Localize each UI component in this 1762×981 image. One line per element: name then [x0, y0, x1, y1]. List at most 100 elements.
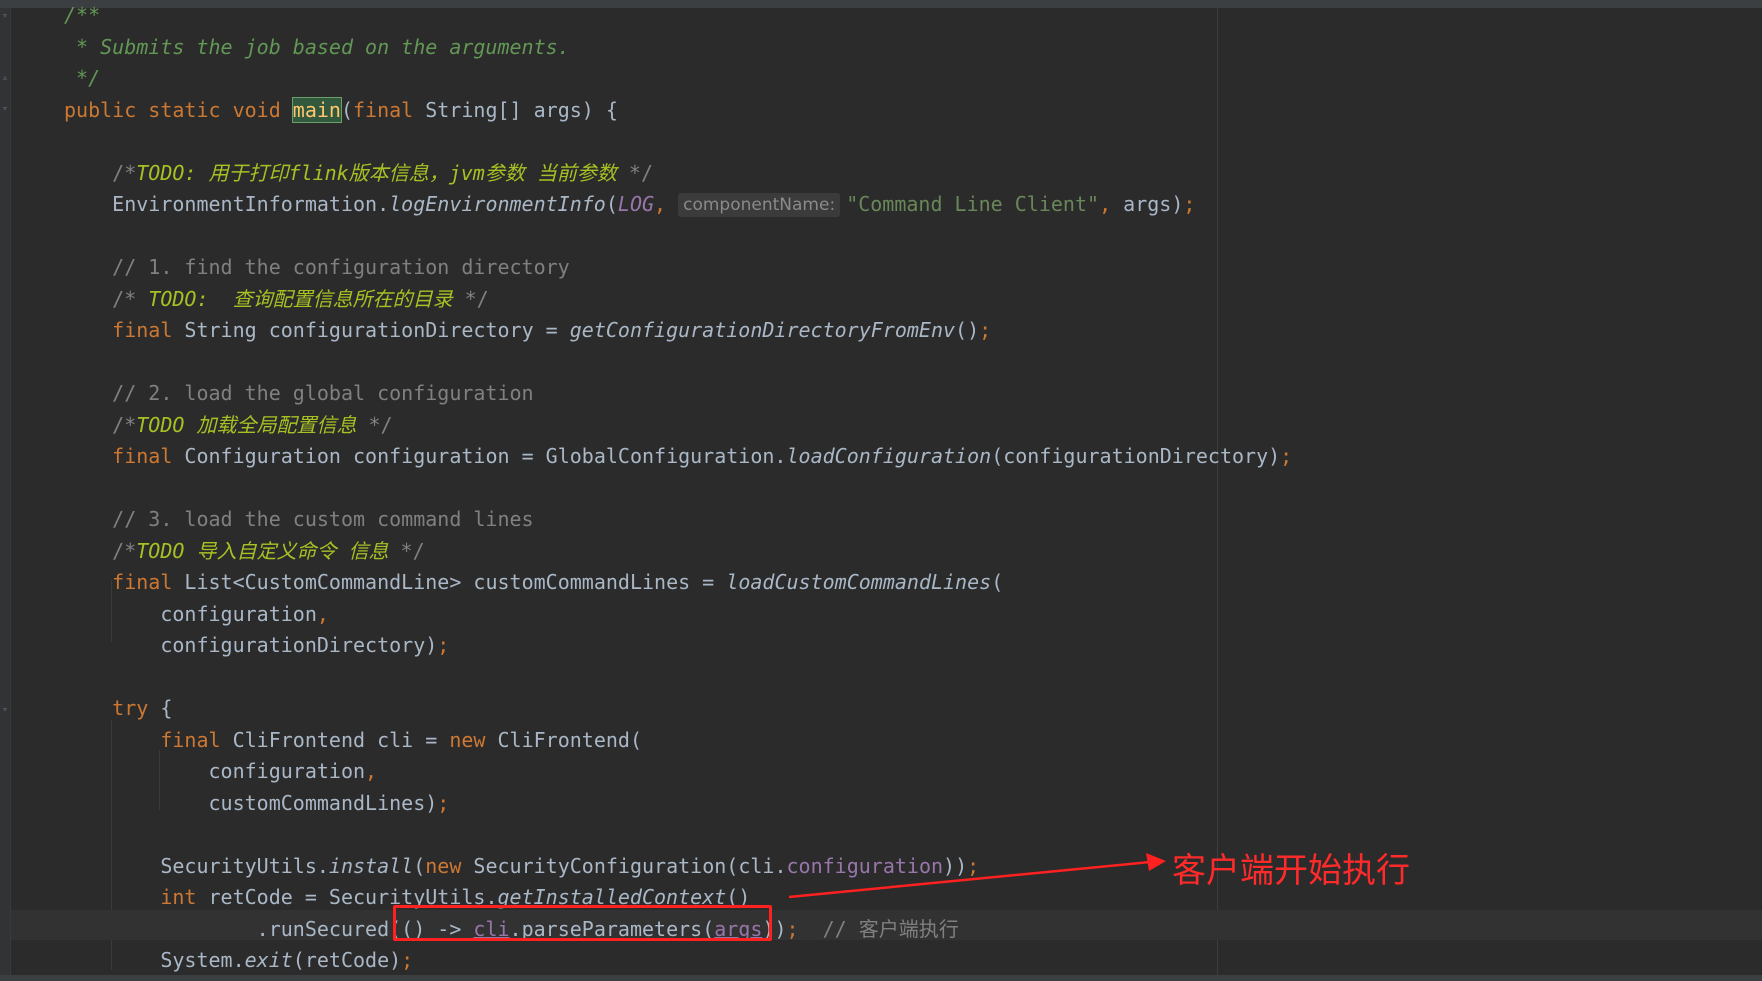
code-token: /*	[64, 412, 137, 437]
code-token: CliFrontend(	[497, 727, 643, 752]
code-token: * Submits the job based on the arguments…	[64, 34, 570, 59]
code-token: */	[616, 160, 653, 185]
code-token: ;	[401, 948, 414, 972]
parameter-hint: componentName:	[678, 193, 841, 217]
code-token: ,	[654, 192, 679, 216]
code-token: logEnvironmentInfo	[389, 192, 606, 216]
code-token: TODO: 查询配置信息所在的目录	[148, 286, 453, 311]
code-token: // 3. load the custom command lines	[64, 507, 534, 531]
code-token: (	[413, 853, 426, 878]
fold-marker-icon[interactable]: ▿	[1, 706, 9, 715]
code-line[interactable]: /*TODO 加载全局配置信息 */	[64, 410, 1292, 442]
code-token: configurationDirectory)	[64, 633, 438, 657]
code-token: final	[64, 318, 185, 342]
code-token: final	[64, 570, 185, 594]
annotation-highlight-box	[393, 905, 772, 941]
code-token: new	[425, 853, 474, 878]
code-token: */	[64, 66, 101, 90]
code-token: ))	[943, 853, 968, 878]
code-editor[interactable]: /** * Submits the job based on the argum…	[64, 0, 1292, 977]
code-line[interactable]: final List<CustomCommandLine> customComm…	[64, 567, 1292, 599]
code-token: (	[605, 192, 618, 216]
code-token: ;	[786, 916, 823, 941]
code-token: /*	[64, 538, 137, 563]
code-token: SecurityUtils.	[64, 853, 329, 878]
fold-marker-icon[interactable]: ▿	[1, 105, 9, 114]
code-token: Configuration configuration = GlobalConf…	[184, 444, 787, 468]
code-line[interactable]: // 3. load the custom command lines	[64, 504, 1292, 536]
code-token: ,	[365, 759, 378, 783]
code-token: */	[356, 412, 393, 437]
code-line[interactable]: */	[64, 63, 1292, 95]
code-token: (retCode)	[292, 948, 402, 972]
code-token: install	[328, 853, 414, 878]
code-line[interactable]: final String configurationDirectory = ge…	[64, 315, 1292, 347]
code-token: ;	[979, 318, 992, 342]
fold-marker-icon[interactable]: ▵	[1, 74, 9, 83]
code-token: /*	[64, 286, 149, 311]
code-token: customCommandLines)	[64, 790, 438, 815]
code-line[interactable]	[64, 221, 1292, 253]
code-line[interactable]: /*TODO 导入自定义命令 信息 */	[64, 536, 1292, 568]
code-token: main	[291, 96, 342, 123]
code-token: ;	[437, 790, 450, 815]
code-token: // 客户端执行	[822, 916, 959, 941]
code-token: ,	[1099, 192, 1124, 216]
code-token: new	[449, 727, 498, 752]
code-token: public static void	[64, 97, 293, 122]
code-line[interactable]: final CliFrontend cli = new CliFrontend(	[64, 725, 1292, 757]
code-line[interactable]: try {	[64, 693, 1292, 725]
code-token: System.	[64, 948, 245, 972]
code-line[interactable]	[64, 347, 1292, 379]
code-token: int	[64, 885, 209, 909]
code-token: "Command Line Client"	[846, 192, 1100, 216]
code-line[interactable]: * Submits the job based on the arguments…	[64, 32, 1292, 64]
code-line[interactable]: final Configuration configuration = Glob…	[64, 441, 1292, 473]
code-line[interactable]	[64, 819, 1292, 851]
code-line[interactable]: // 1. find the configuration directory	[64, 252, 1292, 284]
code-line[interactable]: System.exit(retCode);	[64, 945, 1292, 977]
code-line[interactable]: /**	[64, 0, 1292, 32]
code-token: /*	[64, 160, 137, 185]
code-line[interactable]: EnvironmentInformation.logEnvironmentInf…	[64, 189, 1292, 221]
code-token: // 1. find the configuration directory	[64, 255, 570, 279]
code-token: ;	[1183, 192, 1196, 216]
code-token: String[] args) {	[425, 97, 618, 122]
code-token: List<CustomCommandLine> customCommandLin…	[184, 570, 727, 594]
code-line[interactable]	[64, 473, 1292, 505]
code-token: String configurationDirectory =	[184, 318, 570, 342]
code-line[interactable]	[64, 662, 1292, 694]
code-line[interactable]: configurationDirectory);	[64, 630, 1292, 662]
code-token: ()	[955, 318, 980, 342]
code-token: ;	[967, 853, 980, 878]
code-line[interactable]: configuration,	[64, 599, 1292, 631]
code-token: (	[991, 570, 1004, 594]
code-token: configuration	[786, 853, 944, 878]
fold-marker-icon[interactable]: ▿	[1, 12, 9, 21]
code-token: (	[340, 97, 353, 122]
code-token: configuration	[64, 759, 366, 783]
code-token: EnvironmentInformation.	[64, 192, 390, 216]
code-line[interactable]: configuration,	[64, 756, 1292, 788]
code-token: configuration	[64, 601, 317, 626]
code-line[interactable]: customCommandLines);	[64, 788, 1292, 820]
code-token: SecurityConfiguration(cli.	[473, 853, 787, 878]
code-line[interactable]: /*TODO: 用于打印flink版本信息，jvm参数 当前参数 */	[64, 158, 1292, 190]
code-token: loadConfiguration	[786, 444, 992, 468]
code-line[interactable]: SecurityUtils.install(new SecurityConfig…	[64, 851, 1292, 883]
code-line[interactable]	[64, 126, 1292, 158]
code-token: args)	[1123, 192, 1184, 216]
code-token: getConfigurationDirectoryFromEnv	[569, 318, 956, 342]
code-token: exit	[244, 948, 293, 972]
code-line[interactable]: public static void main(final String[] a…	[64, 95, 1292, 127]
annotation-label: 客户端开始执行	[1172, 851, 1410, 891]
code-token: ,	[316, 601, 329, 626]
code-token: TODO 导入自定义命令 信息	[136, 538, 389, 563]
code-line[interactable]: /* TODO: 查询配置信息所在的目录 */	[64, 284, 1292, 316]
code-token: final	[353, 97, 426, 122]
code-token: */	[388, 538, 425, 563]
code-token: {	[160, 696, 173, 720]
code-line[interactable]: // 2. load the global configuration	[64, 378, 1292, 410]
code-token: final	[64, 727, 233, 752]
code-token: ;	[1280, 444, 1293, 468]
